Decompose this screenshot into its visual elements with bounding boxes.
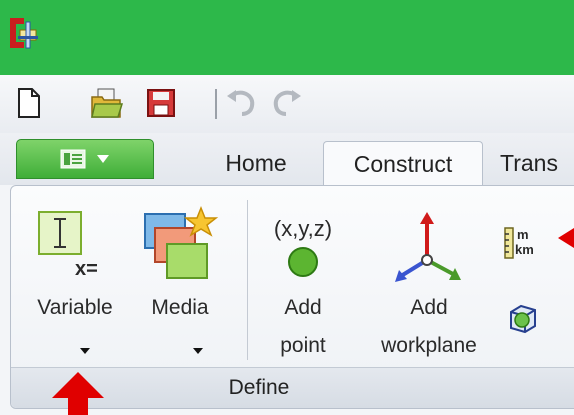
- add-point-label-line1: Add: [284, 296, 322, 319]
- units-icon-text-m: m: [517, 227, 529, 242]
- undo-icon: [227, 90, 255, 116]
- variable-icon-text: x=: [75, 258, 98, 280]
- tab-construct[interactable]: Construct: [323, 141, 483, 186]
- title-bar: [0, 0, 574, 75]
- media-button[interactable]: Media: [135, 186, 225, 364]
- add-point-icon-text: (x,y,z): [273, 216, 333, 241]
- comsol-logo-icon[interactable]: [6, 14, 40, 54]
- file-menu-icon: [60, 149, 86, 169]
- define-group-text: Define: [228, 376, 290, 399]
- add-workplane-label-line1: Add: [410, 296, 448, 319]
- save-button[interactable]: [144, 85, 178, 121]
- open-folder-icon: [91, 88, 124, 118]
- new-file-icon: [18, 88, 40, 118]
- units-button[interactable]: m km: [503, 226, 543, 266]
- cube-selection-icon: [510, 304, 536, 334]
- add-point-button[interactable]: (x,y,z) Add point: [253, 186, 353, 364]
- variable-button[interactable]: x= Variable: [17, 186, 129, 364]
- tab-transform[interactable]: Trans: [500, 141, 574, 185]
- annotation-arrow-up-icon: [52, 372, 104, 415]
- open-button[interactable]: [90, 85, 124, 121]
- save-icon: [147, 89, 175, 117]
- chevron-down-icon: [97, 155, 109, 163]
- add-workplane-button[interactable]: Add workplane: [367, 186, 491, 364]
- tab-home[interactable]: Home: [210, 141, 302, 185]
- quick-access-toolbar: [0, 75, 574, 133]
- variable-dropdown-arrow[interactable]: [80, 348, 90, 354]
- ribbon-tab-row: Home Construct Trans: [0, 133, 574, 186]
- annotation-arrow-left-icon: [558, 228, 574, 248]
- file-menu-button[interactable]: [16, 139, 154, 179]
- toolbar-separator: [215, 89, 217, 119]
- add-point-label-line2: point: [280, 334, 326, 357]
- variable-label: Variable: [37, 296, 113, 319]
- units-icon-text-km: km: [515, 242, 534, 257]
- variable-icon: [38, 211, 82, 255]
- add-workplane-label-line2: workplane: [381, 334, 477, 357]
- ribbon-separator: [247, 200, 248, 360]
- redo-button[interactable]: [270, 85, 304, 121]
- media-dropdown-arrow[interactable]: [193, 348, 203, 354]
- new-file-button[interactable]: [12, 85, 46, 121]
- undo-button[interactable]: [224, 85, 258, 121]
- selection-box-button[interactable]: [505, 302, 545, 342]
- media-icon: [144, 205, 219, 279]
- point-icon: [288, 247, 318, 277]
- redo-icon: [273, 90, 301, 116]
- media-label: Media: [151, 296, 209, 319]
- workplane-axes-icon: [395, 212, 461, 282]
